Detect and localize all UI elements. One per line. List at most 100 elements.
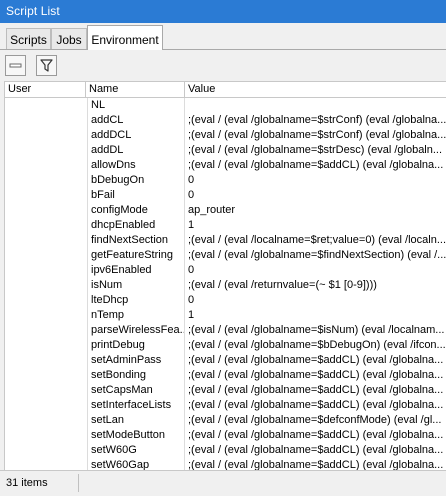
value-cell: ;(eval / (eval /globalname=$addCL) (eval… (188, 369, 444, 381)
value-cell: 1 (188, 219, 195, 231)
user-cell (5, 323, 88, 338)
table-row[interactable]: setBonding ;(eval / (eval /globalname=$ad… (5, 368, 446, 383)
name-cell: dhcpEnabled (88, 218, 185, 233)
tab-environment[interactable]: Environment (87, 25, 163, 50)
value-cell: ;(eval / (eval /globalname=$bDebugOn) (e… (188, 339, 446, 351)
value-cell: ;(eval / (eval /globalname=$strConf) (ev… (188, 114, 446, 126)
value-cell: 0 (188, 189, 195, 201)
table-row[interactable]: addCL ;(eval / (eval /globalname=$strConf… (5, 113, 446, 128)
user-cell (5, 113, 88, 128)
table-row[interactable]: setW60Gap ;(eval / (eval /globalname=$add… (5, 458, 446, 470)
value-cell: ;(eval / (eval /globalname=$addCL) (eval… (188, 354, 444, 366)
user-cell (5, 368, 88, 383)
user-cell (5, 308, 88, 323)
name-cell: nTemp (88, 308, 185, 323)
table-row[interactable]: findNextSection ;(eval / (eval /localname… (5, 233, 446, 248)
name-cell: setCapsMan (88, 383, 185, 398)
table-row[interactable]: configMode ap_router (5, 203, 446, 218)
table-row[interactable]: setModeButton ;(eval / (eval /globalname=… (5, 428, 446, 443)
name-cell: isNum (88, 278, 185, 293)
value-cell: 0 (188, 294, 195, 306)
items-count: 31 items (6, 477, 48, 489)
value-cell: ;(eval / (eval /globalname=$addCL) (eval… (188, 399, 444, 411)
table-body: NL addCL ;(eval / (eval /globalname=$strCo… (5, 98, 446, 470)
name-cell: bDebugOn (88, 173, 185, 188)
table-row[interactable]: parseWirelessFea... ;(eval / (eval /globa… (5, 323, 446, 338)
remove-button[interactable] (5, 55, 26, 76)
value-cell: ;(eval / (eval /globalname=$defconfMode)… (188, 414, 442, 426)
value-cell (185, 98, 446, 113)
column-header-value[interactable]: Value (185, 82, 446, 97)
name-cell: ipv6Enabled (88, 263, 185, 278)
user-cell (5, 203, 88, 218)
tab-scripts[interactable]: Scripts (6, 28, 51, 49)
table-row[interactable]: printDebug ;(eval / (eval /globalname=$bD… (5, 338, 446, 353)
name-cell: setW60G (88, 443, 185, 458)
table-row[interactable]: NL (5, 98, 446, 113)
user-cell (5, 353, 88, 368)
table-row[interactable]: lteDhcp 0 (5, 293, 446, 308)
user-cell (5, 143, 88, 158)
user-cell (5, 293, 88, 308)
user-cell (5, 248, 88, 263)
window-title: Script List (0, 0, 446, 23)
value-cell: ;(eval / (eval /globalname=$addCL) (eval… (188, 429, 444, 441)
table-row[interactable]: isNum ;(eval / (eval /returnvalue=(~ $1 [… (5, 278, 446, 293)
user-cell (5, 263, 88, 278)
value-cell: ;(eval / (eval /globalname=$addCL) (eval… (188, 459, 444, 470)
status-bar: 31 items (0, 470, 446, 496)
column-header-name[interactable]: Name (86, 82, 185, 97)
user-cell (5, 428, 88, 443)
table-row[interactable]: addDL ;(eval / (eval /globalname=$strDesc… (5, 143, 446, 158)
table-row[interactable]: ipv6Enabled 0 (5, 263, 446, 278)
table-row[interactable]: setLan ;(eval / (eval /globalname=$defcon… (5, 413, 446, 428)
name-cell: printDebug (88, 338, 185, 353)
filter-icon (40, 59, 53, 72)
value-cell: 1 (188, 309, 195, 321)
table-row[interactable]: dhcpEnabled 1 (5, 218, 446, 233)
status-divider (78, 474, 79, 492)
environment-table: User Name Value NL addCL ;(eval / (eval /g… (4, 81, 446, 470)
value-cell: ;(eval / (eval /globalname=$strDesc) (ev… (188, 144, 443, 156)
table-row[interactable]: bDebugOn 0 (5, 173, 446, 188)
name-cell: setModeButton (88, 428, 185, 443)
tab-jobs[interactable]: Jobs (51, 28, 87, 49)
user-cell (5, 413, 88, 428)
table-header: User Name Value (5, 82, 446, 98)
name-cell: setAdminPass (88, 353, 185, 368)
table-row[interactable]: nTemp 1 (5, 308, 446, 323)
table-row[interactable]: getFeatureString ;(eval / (eval /globalna… (5, 248, 446, 263)
user-cell (5, 158, 88, 173)
name-cell: setBonding (88, 368, 185, 383)
filter-button[interactable] (36, 55, 57, 76)
name-cell: addDL (88, 143, 185, 158)
table-row[interactable]: setAdminPass ;(eval / (eval /globalname=$… (5, 353, 446, 368)
user-cell (5, 278, 88, 293)
table-row[interactable]: bFail 0 (5, 188, 446, 203)
table-row[interactable]: addDCL ;(eval / (eval /globalname=$strCon… (5, 128, 446, 143)
value-cell: ;(eval / (eval /globalname=$strConf) (ev… (188, 129, 446, 141)
name-cell: findNextSection (88, 233, 185, 248)
value-cell: 0 (188, 264, 195, 276)
user-cell (5, 458, 88, 470)
user-cell (5, 383, 88, 398)
table-row[interactable]: setInterfaceLists ;(eval / (eval /globaln… (5, 398, 446, 413)
name-cell: bFail (88, 188, 185, 203)
table-row[interactable]: setW60G ;(eval / (eval /globalname=$addCL… (5, 443, 446, 458)
name-cell: setW60Gap (88, 458, 185, 470)
tab-bar: Scripts Jobs Environment (0, 23, 446, 50)
user-cell (5, 128, 88, 143)
value-cell: ap_router (188, 204, 236, 216)
name-cell: NL (88, 98, 185, 113)
value-cell: ;(eval / (eval /globalname=$isNum) (eval… (188, 324, 445, 336)
user-cell (5, 443, 88, 458)
name-cell: addDCL (88, 128, 185, 143)
name-cell: configMode (88, 203, 185, 218)
table-row[interactable]: setCapsMan ;(eval / (eval /globalname=$ad… (5, 383, 446, 398)
table-row[interactable]: allowDns ;(eval / (eval /globalname=$addC… (5, 158, 446, 173)
value-cell: 0 (188, 174, 195, 186)
column-header-user[interactable]: User (5, 82, 86, 97)
name-cell: getFeatureString (88, 248, 185, 263)
toolbar (0, 50, 446, 81)
user-cell (5, 233, 88, 248)
